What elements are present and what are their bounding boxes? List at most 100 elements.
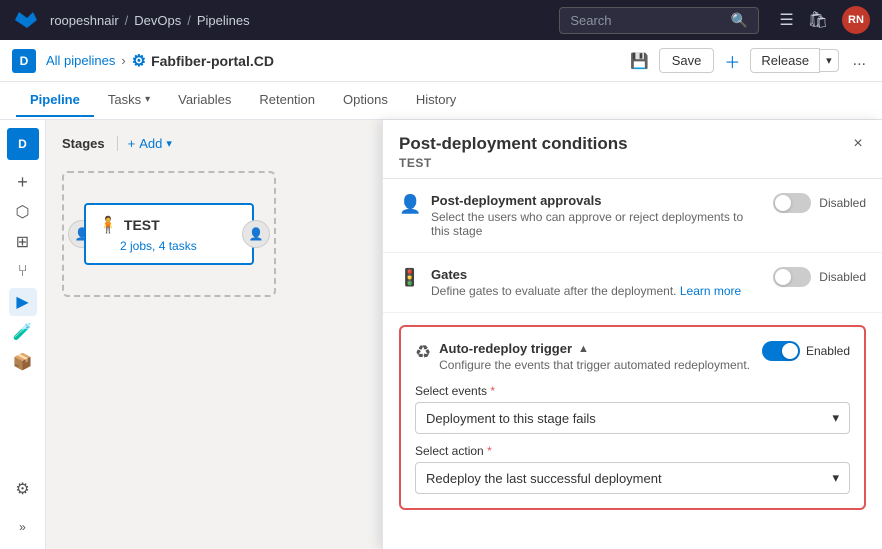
select-events-required-marker: *: [490, 384, 495, 398]
tab-pipeline[interactable]: Pipeline: [16, 84, 94, 117]
panel-body: 👤 Post-deployment approvals Select the u…: [383, 179, 882, 549]
save-button[interactable]: Save: [659, 48, 715, 73]
approvals-toggle[interactable]: [773, 193, 811, 213]
stages-label: Stages: [62, 136, 105, 151]
sidebar-icon-pipelines[interactable]: ▶: [9, 288, 37, 316]
stage-box-header: 🧍 TEST: [98, 215, 240, 235]
auto-redeploy-header: ♻ Auto-redeploy trigger ▲ Configure the …: [415, 341, 850, 372]
gates-learn-more-link[interactable]: Learn more: [680, 284, 741, 298]
logo[interactable]: [12, 6, 40, 34]
panel-header: Post-deployment conditions TEST ×: [383, 120, 882, 179]
all-pipelines-link[interactable]: All pipelines: [46, 53, 115, 68]
release-button[interactable]: Release: [750, 48, 820, 73]
stage-wrapper: 👤 🧍 TEST 2 jobs, 4 tasks 👤: [84, 203, 254, 265]
pipeline-breadcrumb: All pipelines › ⚙ Fabfiber-portal.CD: [46, 51, 274, 71]
stage-person-icon: 🧍: [98, 215, 118, 235]
approvals-section: 👤 Post-deployment approvals Select the u…: [383, 179, 882, 253]
approvals-title: Post-deployment approvals: [431, 193, 763, 208]
sidebar-icon-artifacts[interactable]: 📦: [9, 348, 37, 376]
auto-redeploy-section: ♻ Auto-redeploy trigger ▲ Configure the …: [399, 325, 866, 510]
add-stage-button[interactable]: + Add ▾: [117, 136, 172, 151]
gates-section: 🚦 Gates Define gates to evaluate after t…: [383, 253, 882, 313]
sidebar-settings-icon[interactable]: ⚙: [9, 475, 37, 503]
select-events-group: Select events * Deployment to this stage…: [415, 384, 850, 434]
gates-toggle[interactable]: [773, 267, 811, 287]
stages-dashed-container: 👤 🧍 TEST 2 jobs, 4 tasks 👤: [62, 171, 276, 297]
gates-description: Define gates to evaluate after the deplo…: [431, 284, 763, 298]
breadcrumb-user[interactable]: roopeshnair: [50, 13, 119, 28]
select-action-required-marker: *: [487, 444, 492, 458]
toolbar-actions: 💾 Save ＋ Release ▾ ...: [630, 48, 870, 74]
auto-redeploy-title: Auto-redeploy trigger ▲: [439, 341, 754, 356]
sidebar-icon-boards[interactable]: ⊞: [9, 228, 37, 256]
sidebar-icon-overview[interactable]: ⬡: [9, 198, 37, 226]
select-events-dropdown[interactable]: Deployment to this stage fails ▾: [415, 402, 850, 434]
sidebar-icon-plus[interactable]: +: [9, 168, 37, 196]
pipeline-name-icon: ⚙: [132, 51, 146, 71]
pipeline-title: Fabfiber-portal.CD: [151, 53, 274, 69]
main-content: D + ⬡ ⊞ ⑂ ▶ 🧪 📦 ⚙ » Stages + Add ▾ 👤: [0, 120, 882, 549]
panel-title: Post-deployment conditions: [399, 134, 866, 154]
add-icon: +: [128, 136, 136, 151]
more-options-button[interactable]: ...: [849, 48, 870, 74]
select-action-chevron-icon: ▾: [832, 470, 839, 486]
gates-title: Gates: [431, 267, 763, 282]
select-events-value: Deployment to this stage fails: [426, 411, 596, 426]
save-icon: 💾: [630, 52, 649, 70]
approvals-toggle-label: Disabled: [819, 196, 866, 210]
auto-redeploy-chevron-up-icon[interactable]: ▲: [578, 343, 589, 355]
top-nav: roopeshnair / DevOps / Pipelines 🔍 ☰ 🛍 R…: [0, 0, 882, 40]
top-nav-icons: ☰ 🛍 RN: [779, 6, 870, 34]
stage-box-test[interactable]: 🧍 TEST 2 jobs, 4 tasks: [84, 203, 254, 265]
search-box: 🔍: [559, 7, 759, 34]
auto-redeploy-icon: ♻: [415, 342, 431, 363]
breadcrumb-pipelines[interactable]: Pipelines: [197, 13, 250, 28]
tab-options[interactable]: Options: [329, 84, 402, 117]
stage-name: TEST: [124, 217, 160, 233]
approvals-toggle-group: Disabled: [773, 193, 866, 213]
release-dropdown-button[interactable]: ▾: [820, 49, 839, 72]
auto-redeploy-description: Configure the events that trigger automa…: [439, 358, 754, 372]
plus-icon: ＋: [724, 49, 740, 73]
select-events-chevron-icon: ▾: [832, 410, 839, 426]
auto-redeploy-toggle-group: Enabled: [762, 341, 850, 361]
tab-history[interactable]: History: [402, 84, 470, 117]
approvals-row: 👤 Post-deployment approvals Select the u…: [399, 193, 866, 238]
approvals-content: Post-deployment approvals Select the use…: [431, 193, 763, 238]
add-chevron-icon: ▾: [166, 137, 172, 150]
tab-variables[interactable]: Variables: [164, 84, 245, 117]
tab-retention[interactable]: Retention: [245, 84, 329, 117]
avatar[interactable]: RN: [842, 6, 870, 34]
auto-redeploy-toggle[interactable]: [762, 341, 800, 361]
auto-redeploy-toggle-label: Enabled: [806, 344, 850, 358]
select-action-dropdown[interactable]: Redeploy the last successful deployment …: [415, 462, 850, 494]
stage-post-approver-icon[interactable]: 👤: [242, 220, 270, 248]
gates-content: Gates Define gates to evaluate after the…: [431, 267, 763, 298]
gates-icon: 🚦: [399, 268, 421, 288]
panel-close-button[interactable]: ×: [846, 132, 870, 156]
select-action-value: Redeploy the last successful deployment: [426, 471, 662, 486]
breadcrumb-org[interactable]: DevOps: [134, 13, 181, 28]
search-input[interactable]: [570, 13, 725, 28]
pipeline-initial-icon: D: [12, 49, 36, 73]
sidebar-expand-icon[interactable]: »: [9, 513, 37, 541]
sidebar-icon-testplans[interactable]: 🧪: [9, 318, 37, 346]
tasks-chevron-icon: ▾: [145, 94, 150, 105]
left-sidebar: D + ⬡ ⊞ ⑂ ▶ 🧪 📦 ⚙ »: [0, 120, 46, 549]
select-action-label: Select action *: [415, 444, 850, 458]
release-button-group: Release ▾: [750, 48, 838, 73]
auto-redeploy-title-block: Auto-redeploy trigger ▲ Configure the ev…: [439, 341, 754, 372]
sidebar-org-icon[interactable]: D: [7, 128, 39, 160]
sidebar-icon-repos[interactable]: ⑂: [9, 258, 37, 286]
approvals-icon: 👤: [399, 194, 421, 215]
list-icon[interactable]: ☰: [779, 10, 793, 30]
panel-subtitle: TEST: [399, 156, 866, 170]
stage-details[interactable]: 2 jobs, 4 tasks: [120, 239, 240, 253]
tab-tasks[interactable]: Tasks ▾: [94, 84, 164, 117]
select-action-group: Select action * Redeploy the last succes…: [415, 444, 850, 494]
gates-toggle-group: Disabled: [773, 267, 866, 287]
shopping-bag-icon[interactable]: 🛍: [808, 10, 828, 30]
second-bar: D All pipelines › ⚙ Fabfiber-portal.CD 💾…: [0, 40, 882, 82]
select-events-label: Select events *: [415, 384, 850, 398]
search-icon: 🔍: [731, 12, 748, 29]
